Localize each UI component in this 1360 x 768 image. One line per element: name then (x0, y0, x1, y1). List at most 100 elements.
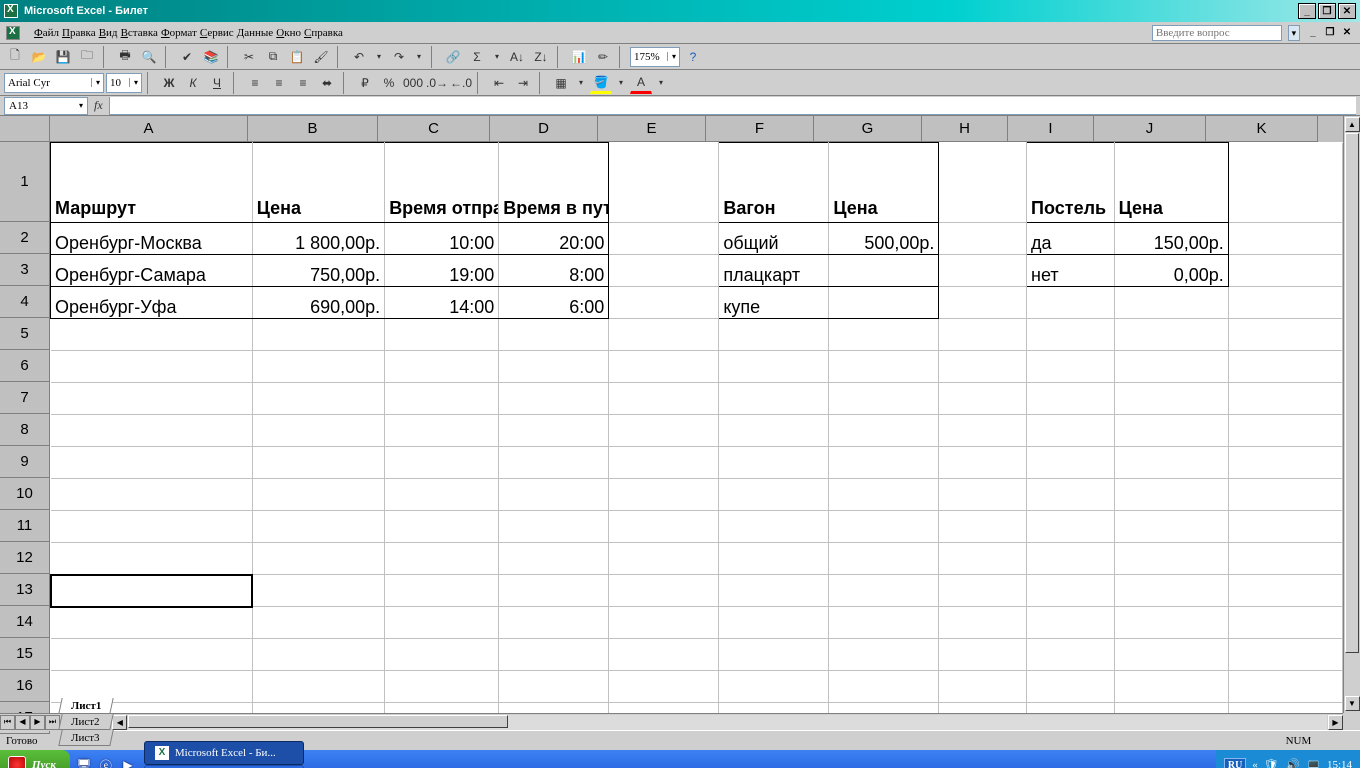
cell-G14[interactable] (829, 607, 939, 639)
cell-K16[interactable] (1228, 671, 1342, 703)
cell-H1[interactable] (939, 143, 1027, 223)
cell-B16[interactable] (252, 671, 384, 703)
cell-F14[interactable] (719, 607, 829, 639)
decrease-decimal-icon[interactable]: ←.0 (450, 72, 472, 94)
cell-E3[interactable] (609, 255, 719, 287)
cell-B6[interactable] (252, 351, 384, 383)
cell-E16[interactable] (609, 671, 719, 703)
tray-expand-icon[interactable]: « (1252, 759, 1258, 768)
cell-B7[interactable] (252, 383, 384, 415)
cell-E15[interactable] (609, 639, 719, 671)
cell-F6[interactable] (719, 351, 829, 383)
menu-Вставка[interactable]: Вставка (121, 27, 158, 39)
cell-I11[interactable] (1027, 511, 1115, 543)
fill-color-icon[interactable]: 🪣 (590, 72, 612, 94)
minimize-button[interactable]: _ (1298, 3, 1316, 19)
row-header-3[interactable]: 3 (0, 254, 50, 286)
col-header-D[interactable]: D (490, 116, 598, 142)
comma-icon[interactable]: 000 (402, 72, 424, 94)
row-header-11[interactable]: 11 (0, 510, 50, 542)
cell-F7[interactable] (719, 383, 829, 415)
taskbar-clock[interactable]: 15:14 (1327, 759, 1352, 768)
cell-H10[interactable] (939, 479, 1027, 511)
cell-C5[interactable] (385, 319, 499, 351)
cell-I12[interactable] (1027, 543, 1115, 575)
menu-Данные[interactable]: Данные (237, 27, 273, 39)
cell-I2[interactable]: да (1027, 223, 1115, 255)
cell-I9[interactable] (1027, 447, 1115, 479)
row-header-14[interactable]: 14 (0, 606, 50, 638)
col-header-F[interactable]: F (706, 116, 814, 142)
ie-icon[interactable]: ⓔ (96, 754, 116, 768)
cell-A9[interactable] (51, 447, 253, 479)
hscroll-track[interactable] (128, 715, 1327, 730)
spellcheck-icon[interactable]: ✔ (176, 46, 198, 68)
bold-icon[interactable]: Ж (158, 72, 180, 94)
cell-J14[interactable] (1114, 607, 1228, 639)
cell-G9[interactable] (829, 447, 939, 479)
row-header-9[interactable]: 9 (0, 446, 50, 478)
cell-E7[interactable] (609, 383, 719, 415)
cell-I10[interactable] (1027, 479, 1115, 511)
col-header-B[interactable]: B (248, 116, 378, 142)
cell-H6[interactable] (939, 351, 1027, 383)
cell-C13[interactable] (385, 575, 499, 607)
fx-icon[interactable]: fx (94, 98, 103, 113)
cell-K9[interactable] (1228, 447, 1342, 479)
cell-G12[interactable] (829, 543, 939, 575)
cell-G6[interactable] (829, 351, 939, 383)
cell-E8[interactable] (609, 415, 719, 447)
print-icon[interactable]: 🖶 (114, 46, 136, 68)
maximize-button[interactable]: ❐ (1318, 3, 1336, 19)
cell-B15[interactable] (252, 639, 384, 671)
cell-D9[interactable] (499, 447, 609, 479)
cell-E1[interactable] (609, 143, 719, 223)
undo-icon[interactable]: ↶ (348, 46, 370, 68)
cell-G4[interactable] (829, 287, 939, 319)
sort-desc-icon[interactable]: Z↓ (530, 46, 552, 68)
chart-wizard-icon[interactable]: 📊 (568, 46, 590, 68)
cell-G17[interactable] (829, 703, 939, 714)
menu-Правка[interactable]: Правка (62, 27, 96, 39)
cell-E13[interactable] (609, 575, 719, 607)
drawing-icon[interactable]: ✏ (592, 46, 614, 68)
media-icon[interactable]: ▶ (118, 754, 138, 768)
cell-D6[interactable] (499, 351, 609, 383)
col-header-H[interactable]: H (922, 116, 1008, 142)
cell-K2[interactable] (1228, 223, 1342, 255)
sheet-tab-Лист3[interactable]: Лист3 (58, 730, 114, 746)
cell-H2[interactable] (939, 223, 1027, 255)
cell-J12[interactable] (1114, 543, 1228, 575)
cell-J15[interactable] (1114, 639, 1228, 671)
align-left-icon[interactable]: ≡ (244, 72, 266, 94)
row-header-4[interactable]: 4 (0, 286, 50, 318)
language-indicator[interactable]: RU (1224, 758, 1246, 768)
cell-D13[interactable] (499, 575, 609, 607)
sheet-tab-Лист2[interactable]: Лист2 (58, 714, 114, 730)
menu-Окно[interactable]: Окно (276, 27, 301, 39)
vertical-scrollbar[interactable]: ▲ ▼ (1343, 116, 1360, 713)
cell-A6[interactable] (51, 351, 253, 383)
cell-I16[interactable] (1027, 671, 1115, 703)
cell-I8[interactable] (1027, 415, 1115, 447)
cell-C9[interactable] (385, 447, 499, 479)
cell-H16[interactable] (939, 671, 1027, 703)
cell-J3[interactable]: 0,00р. (1114, 255, 1228, 287)
col-header-G[interactable]: G (814, 116, 922, 142)
zoom-combo[interactable]: 175%▾ (630, 47, 680, 67)
cell-E11[interactable] (609, 511, 719, 543)
cell-K12[interactable] (1228, 543, 1342, 575)
cell-C12[interactable] (385, 543, 499, 575)
menu-Вид[interactable]: Вид (99, 27, 118, 39)
cell-A10[interactable] (51, 479, 253, 511)
column-headers[interactable]: ABCDEFGHIJK (50, 116, 1343, 142)
cell-D15[interactable] (499, 639, 609, 671)
cell-D3[interactable]: 8:00 (499, 255, 609, 287)
cell-H11[interactable] (939, 511, 1027, 543)
underline-icon[interactable]: Ч (206, 72, 228, 94)
row-header-1[interactable]: 1 (0, 142, 50, 222)
row-headers[interactable]: 1234567891011121314151617 (0, 142, 50, 713)
cell-J2[interactable]: 150,00р. (1114, 223, 1228, 255)
row-header-2[interactable]: 2 (0, 222, 50, 254)
cell-H15[interactable] (939, 639, 1027, 671)
